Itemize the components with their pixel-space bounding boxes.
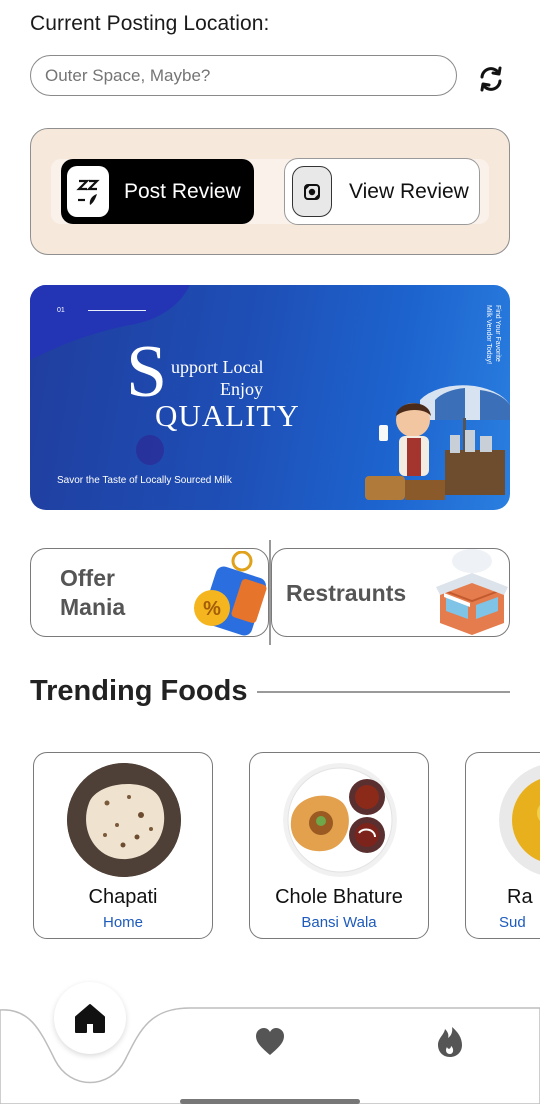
post-review-button[interactable]: Post Review: [61, 159, 254, 224]
food-card-partial[interactable]: Ra Sud: [465, 752, 540, 939]
food-name: Ra: [507, 886, 533, 908]
location-input[interactable]: [30, 55, 457, 96]
food-partial-image: [499, 763, 540, 877]
offer-mania-label-line1: Offer: [60, 565, 115, 591]
offer-mania-card[interactable]: Offer Mania %: [30, 548, 269, 637]
food-name: Chapati: [88, 886, 158, 908]
home-icon: [75, 1004, 105, 1033]
food-vendor-link[interactable]: Bansi Wala: [250, 914, 428, 931]
food-vendor-link[interactable]: Home: [34, 914, 212, 931]
milk-vendor-illustration: [365, 385, 510, 500]
home-indicator: [180, 1099, 360, 1104]
banner-number: 01: [57, 307, 65, 314]
banner-line3: QUALITY: [155, 398, 300, 433]
heart-icon[interactable]: [254, 1026, 286, 1058]
offer-tag-icon: %: [194, 551, 267, 636]
view-review-label: View Review: [349, 179, 469, 203]
restaurant-building-icon: [436, 549, 508, 635]
location-title: Current Posting Location:: [30, 12, 270, 35]
refresh-icon: [480, 66, 502, 92]
food-vendor-link[interactable]: Sud: [499, 914, 540, 931]
fire-icon[interactable]: [436, 1026, 464, 1058]
post-review-label: Post Review: [124, 179, 241, 203]
banner-tagline: Savor the Taste of Locally Sourced Milk: [57, 475, 232, 486]
refresh-button[interactable]: [474, 62, 508, 96]
post-review-icon: [67, 166, 109, 217]
banner-side-text: Find Your Favorite Milk Vendor Today!: [485, 305, 501, 365]
food-name: Chole Bhature: [275, 886, 403, 908]
view-review-icon: [292, 166, 332, 217]
banner-line2: Enjoy: [220, 379, 263, 399]
svg-text:%: %: [203, 598, 221, 620]
trending-foods-divider: [257, 691, 510, 693]
nav-home-button[interactable]: [54, 982, 126, 1054]
chapati-image: [67, 763, 181, 877]
promo-banner[interactable]: 01 Find Your Favorite Milk Vendor Today!…: [30, 285, 510, 510]
restaurants-label: Restraunts: [286, 580, 407, 606]
food-card-chapati[interactable]: Chapati Home: [33, 752, 213, 939]
food-card-chole-bhature[interactable]: Chole Bhature Bansi Wala: [249, 752, 429, 939]
chole-bhature-image: [283, 763, 397, 877]
banner-line: [88, 310, 146, 311]
restaurants-card[interactable]: Restraunts: [271, 548, 510, 637]
view-review-button[interactable]: View Review: [284, 158, 480, 225]
trending-foods-title: Trending Foods: [30, 675, 248, 707]
banner-line1: upport Local: [171, 357, 264, 377]
offer-mania-label-line2: Mania: [60, 594, 126, 620]
